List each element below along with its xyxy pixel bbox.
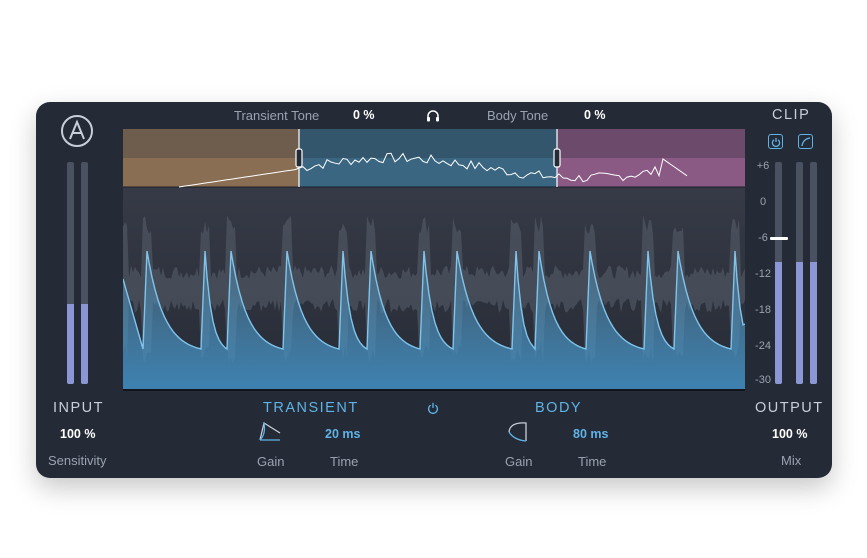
- power-icon[interactable]: [427, 402, 439, 414]
- body-gain-caption: Gain: [505, 454, 533, 469]
- body-time-caption: Time: [578, 454, 607, 469]
- crossover-handle-high[interactable]: [553, 148, 561, 168]
- body-gain-knob[interactable]: [506, 420, 530, 444]
- body-time-value[interactable]: 80 ms: [573, 427, 608, 441]
- crossover-handle-low[interactable]: [295, 148, 303, 168]
- band-high-top[interactable]: [557, 129, 745, 158]
- body-tone-value[interactable]: 0 %: [584, 108, 606, 122]
- transient-shape-icon: [259, 421, 281, 441]
- body-tone-label: Body Tone: [487, 108, 549, 123]
- db-scale-label: -30: [755, 374, 771, 386]
- plugin-panel: Transient Tone 0 % Body Tone 0 % CLIP +6…: [36, 102, 832, 478]
- band-mid-top[interactable]: [299, 129, 557, 158]
- body-section-title: BODY: [535, 400, 583, 416]
- output-mix-value[interactable]: 100 %: [772, 427, 807, 441]
- band-high[interactable]: [557, 158, 745, 187]
- output-label: OUTPUT: [755, 400, 824, 416]
- input-meter-left: [67, 162, 74, 384]
- db-scale-label: -18: [755, 304, 771, 316]
- clip-power-button[interactable]: [768, 134, 783, 149]
- output-meter-left: [775, 162, 782, 384]
- transient-gain-knob[interactable]: [258, 420, 282, 444]
- band-low-top[interactable]: [123, 129, 299, 158]
- transient-tone-value[interactable]: 0 %: [353, 108, 375, 122]
- db-scale-label: 0: [759, 196, 767, 208]
- input-meter-right: [81, 162, 88, 384]
- transient-time-value[interactable]: 20 ms: [325, 427, 360, 441]
- transient-section-title: TRANSIENT: [263, 400, 359, 416]
- transient-gain-caption: Gain: [257, 454, 285, 469]
- db-scale-label: -12: [755, 268, 771, 280]
- output-mix-caption: Mix: [781, 453, 802, 468]
- waveform-display: [123, 129, 745, 391]
- power-icon: [771, 137, 780, 147]
- db-scale-label: +6: [756, 160, 770, 172]
- band-mid[interactable]: [299, 158, 557, 187]
- db-scale-label: -24: [755, 340, 771, 352]
- input-sensitivity-value[interactable]: 100 %: [60, 427, 95, 441]
- transient-tone-label: Transient Tone: [234, 108, 320, 123]
- arturia-logo: [61, 115, 93, 147]
- body-shape-icon: [508, 422, 527, 442]
- clip-label: CLIP: [772, 107, 811, 123]
- curve-icon: [800, 136, 810, 146]
- transient-time-caption: Time: [330, 454, 359, 469]
- output-meter-extra: [810, 162, 817, 384]
- output-meter-right: [796, 162, 803, 384]
- input-sensitivity-caption: Sensitivity: [48, 453, 107, 468]
- clip-curve-button[interactable]: [798, 134, 813, 149]
- input-label: INPUT: [53, 400, 104, 416]
- headphones-icon[interactable]: [426, 109, 440, 122]
- output-gain-slider-handle[interactable]: [770, 237, 788, 241]
